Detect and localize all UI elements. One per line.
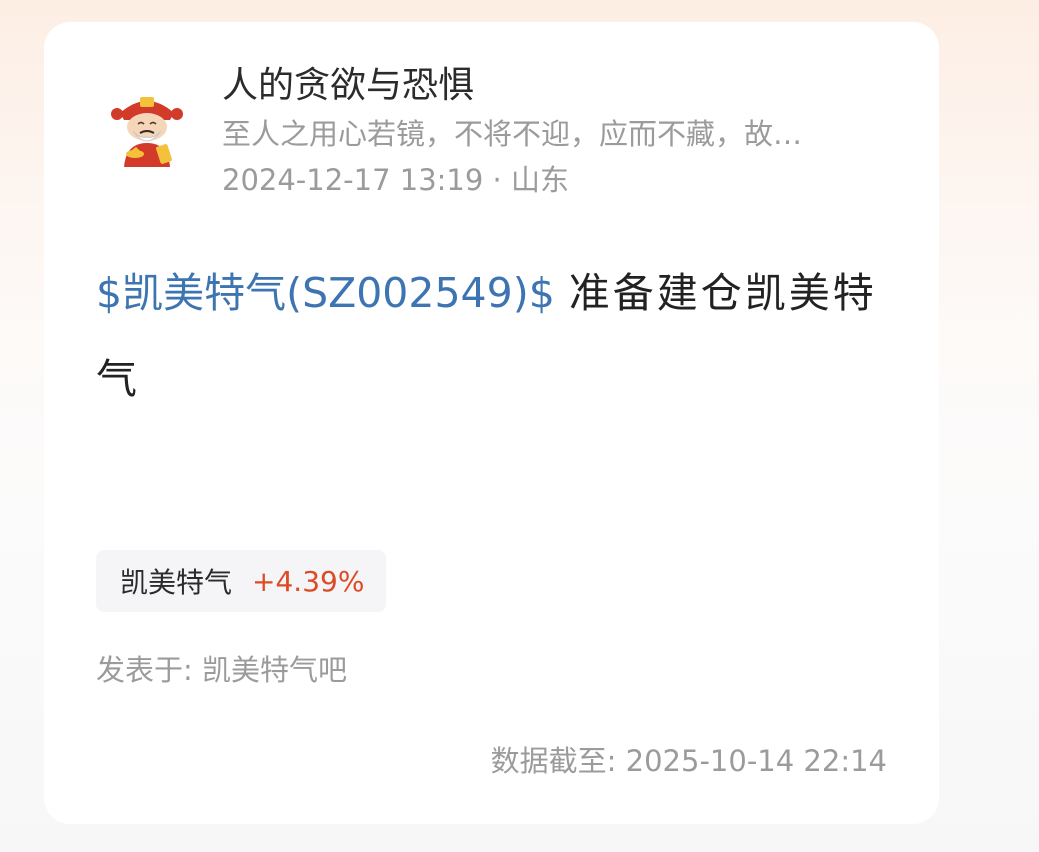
post-meta: 2024-12-17 13:19 · 山东	[222, 160, 569, 200]
post-datetime: 2024-12-17 13:19	[222, 163, 484, 197]
stock-chip-change: +4.39%	[252, 564, 365, 598]
stock-chip-name: 凯美特气	[120, 566, 233, 599]
author-name[interactable]: 人的贪欲与恐惧	[222, 62, 474, 110]
post-content: $凯美特气(SZ002549)$ 准备建仓凯美特气	[96, 250, 896, 422]
stock-mention-link[interactable]: $凯美特气(SZ002549)$	[96, 269, 555, 317]
stock-quote-chip[interactable]: 凯美特气 +4.39%	[96, 550, 387, 612]
author-avatar[interactable]	[106, 87, 188, 169]
fortune-god-avatar-icon	[111, 97, 183, 167]
data-timestamp: 数据截至: 2025-10-14 22:14	[490, 744, 887, 778]
posted-in-forum[interactable]: 发表于: 凯美特气吧	[96, 650, 347, 690]
meta-separator: ·	[492, 163, 502, 197]
post-location: 山东	[510, 163, 569, 197]
author-bio: 至人之用心若镜，不将不迎，应而不藏，故…	[222, 117, 803, 151]
post-card: 人的贪欲与恐惧 至人之用心若镜，不将不迎，应而不藏，故… 2024-12-17 …	[44, 22, 939, 824]
